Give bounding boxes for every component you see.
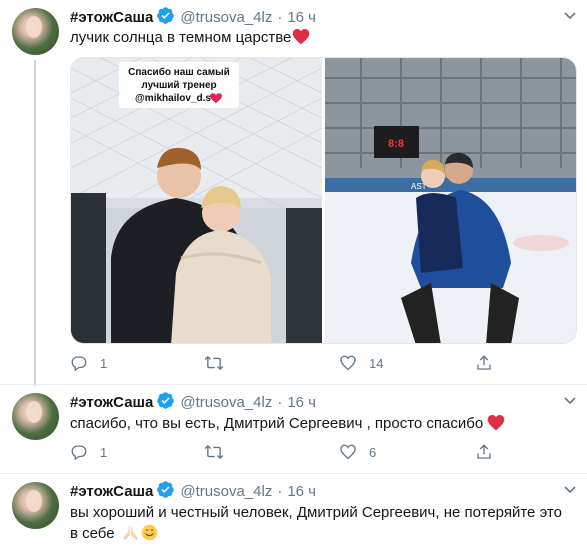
like-count: 6 [369, 444, 377, 460]
tweet-text-content: лучик солнца в темном царстве [70, 29, 292, 46]
chevron-down-icon[interactable] [563, 482, 577, 500]
reply-icon [71, 356, 87, 372]
heart-icon [340, 355, 356, 371]
separator-dot: · [277, 9, 283, 26]
retweet-icon [204, 355, 224, 371]
smiling-face-emoji [141, 524, 158, 547]
photo-right[interactable]: 8:8 AST [325, 58, 577, 344]
photo-caption-line-2: лучший тренер [141, 80, 216, 91]
user-handle[interactable]: @trusova_4lz [180, 9, 272, 26]
reply-icon [71, 445, 87, 461]
praying-hands-emoji [122, 524, 139, 547]
tweet-text-line-2-wrap: в себе [70, 523, 575, 547]
tweet-3[interactable]: #этожСаша @trusova_4lz · 16 ч вы хороший и … [0, 474, 587, 550]
reply-count: 1 [100, 355, 108, 371]
scoreboard-display: 8:8 [388, 138, 404, 150]
share-icon [477, 355, 491, 370]
user-handle[interactable]: @trusova_4lz [180, 483, 272, 500]
tweet-text-line-2: в себе [70, 525, 115, 542]
photo-left[interactable]: Спасибо наш самый лучший тренер @mikhail… [71, 58, 323, 344]
tweet-text: вы хороший и честный человек, Дмитрий Се… [70, 502, 575, 547]
tweet-media[interactable]: Спасибо наш самый лучший тренер @mikhail… [70, 57, 577, 344]
share-button[interactable] [475, 443, 493, 461]
chevron-down-icon[interactable] [563, 393, 577, 411]
photo-caption-line-1: Спасибо наш самый [128, 66, 230, 78]
separator-dot: · [277, 394, 283, 411]
chevron-down-icon[interactable] [563, 8, 577, 26]
timestamp[interactable]: 16 ч [287, 483, 316, 500]
reply-button[interactable]: 1 [70, 354, 107, 372]
reply-count: 1 [100, 444, 108, 460]
user-handle[interactable]: @trusova_4lz [180, 394, 272, 411]
red-heart-emoji [487, 414, 505, 437]
tweet-text: спасибо, что вы есть, Дмитрий Сергеевич … [70, 413, 575, 437]
reply-button[interactable]: 1 [70, 443, 107, 461]
retweet-button[interactable] [204, 443, 236, 461]
display-name[interactable]: #этожСаша [70, 483, 153, 500]
like-count: 14 [369, 355, 384, 371]
tweet-actions: 1 14 [70, 354, 570, 374]
display-name[interactable]: #этожСаша [70, 9, 153, 26]
tweet-1[interactable]: #этожСаша @trusova_4lz · 16 ч лучик солнца … [0, 0, 587, 386]
tweet-actions: 1 6 [70, 443, 570, 463]
separator-dot: · [277, 483, 283, 500]
tweet-text-content: спасибо, что вы есть, Дмитрий Сергеевич … [70, 415, 484, 432]
avatar[interactable] [12, 8, 59, 55]
retweet-button[interactable] [204, 354, 236, 372]
avatar[interactable] [12, 393, 59, 440]
tweet-2[interactable]: #этожСаша @trusova_4lz · 16 ч спасибо, что … [0, 385, 587, 473]
tweet-text-line-1: вы хороший и честный человек, Дмитрий Се… [70, 504, 562, 521]
display-name[interactable]: #этожСаша [70, 394, 153, 411]
photo-caption-line-3: @mikhailov_d.s [135, 93, 211, 104]
thread-line [34, 60, 36, 386]
tweet-text: лучик солнца в темном царстве [70, 27, 575, 51]
share-icon [477, 444, 491, 459]
like-button[interactable]: 6 [339, 443, 376, 461]
timestamp[interactable]: 16 ч [287, 9, 316, 26]
share-button[interactable] [475, 354, 493, 372]
avatar[interactable] [12, 482, 59, 529]
red-heart-emoji [292, 28, 310, 51]
like-button[interactable]: 14 [339, 354, 383, 372]
heart-icon [340, 444, 356, 460]
retweet-icon [204, 444, 224, 460]
timestamp[interactable]: 16 ч [287, 394, 316, 411]
